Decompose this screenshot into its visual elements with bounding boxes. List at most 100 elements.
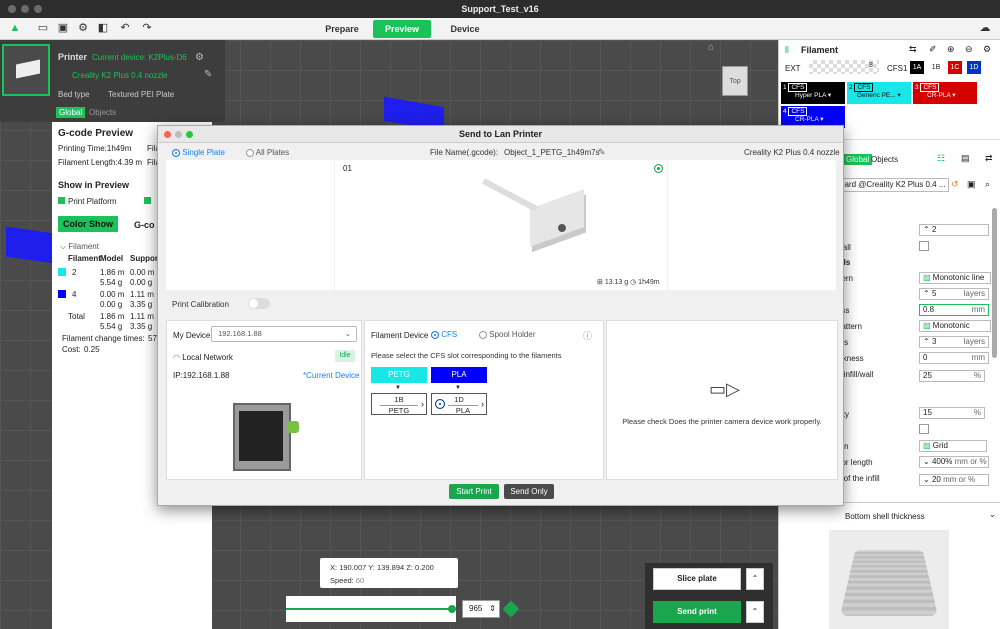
gcode-preview-title: G-code Preview — [58, 128, 134, 139]
info-icon[interactable]: ⓘ — [583, 329, 592, 342]
dialog-close-button[interactable] — [164, 131, 171, 138]
infill-anchor-max-input[interactable]: ⌄ 20 mm or % — [919, 474, 989, 486]
layer-slider[interactable] — [286, 596, 456, 622]
cfs-radio-label: CFS — [441, 330, 458, 339]
model-shadow — [6, 226, 54, 264]
bottom-thickness-input[interactable]: 0 mm — [919, 352, 989, 364]
reset-icon[interactable]: ↺ — [951, 179, 959, 190]
spool-holder-radio[interactable]: Spool Holder — [479, 330, 535, 339]
cloud-upload-icon[interactable]: ☁ — [978, 21, 992, 35]
start-print-button[interactable]: Start Print — [449, 484, 499, 499]
printer-settings-icon[interactable]: ⚙ — [195, 52, 204, 63]
infill-checkbox[interactable] — [919, 424, 929, 434]
view-cube[interactable]: Top — [722, 66, 748, 96]
change-times-label: Filament change times: — [62, 334, 145, 343]
tab-objects-left[interactable]: Objects — [86, 107, 119, 118]
tab-device[interactable]: Device — [436, 20, 494, 38]
edit-filename-icon[interactable]: ✎ — [598, 147, 606, 158]
bottom-pattern-select[interactable]: ▨ Monotonic — [919, 320, 991, 332]
send-options-chevron-icon[interactable]: ⌃ — [746, 601, 764, 623]
bottom-shell-help-title: Bottom shell thickness — [845, 512, 925, 521]
tab-objects-right[interactable]: Objects — [871, 155, 898, 164]
top-layers-unit: layers — [963, 289, 985, 298]
list-view-icon[interactable]: ☷ — [937, 153, 945, 164]
infill-pattern-select[interactable]: ▨ Grid — [919, 440, 987, 452]
slot-1d[interactable]: 1D — [967, 61, 981, 74]
dialog-minimize-button[interactable] — [175, 131, 182, 138]
infill-anchor-max-value: 20 — [931, 475, 941, 484]
filament-card-1[interactable]: 1 CFS Hyper PLA ▾ — [781, 82, 845, 104]
slice-plate-button[interactable]: Slice plate — [653, 568, 741, 590]
filament-card-3[interactable]: 3 CFS CR-PLA ▾ — [913, 82, 977, 104]
slot-1b[interactable]: 1B — [929, 61, 943, 74]
my-device-select[interactable]: 192.168.1.88 ⌄ — [211, 326, 357, 342]
top-layers-input[interactable]: ⌃ 5 layers — [919, 288, 989, 300]
top-thickness-input[interactable]: 0.8 mm — [919, 304, 989, 316]
filament-4-model-weight: 0.00 g — [100, 300, 123, 309]
search-icon[interactable]: ⌕ — [985, 179, 990, 190]
save-icon[interactable]: ▣ — [56, 21, 70, 35]
home-icon[interactable]: ⌂ — [708, 42, 714, 53]
all-plates-radio[interactable]: All Plates — [246, 148, 289, 157]
filament-length: Filament Length:4.39 m — [58, 158, 143, 167]
process-preset-value: dard @Creality K2 Plus 0.4 ... — [840, 180, 946, 189]
process-preset-select[interactable]: dard @Creality K2 Plus 0.4 ... — [837, 178, 949, 192]
edit-icon[interactable]: ✎ — [204, 69, 212, 80]
wall-loops-input[interactable]: ⌃ 2 — [919, 224, 989, 236]
density-input[interactable]: 15 % — [919, 407, 985, 419]
print-platform-checkbox[interactable]: Print Platform — [58, 197, 116, 206]
minimize-window-button[interactable] — [21, 5, 29, 13]
anchor-length-input[interactable]: ⌄ 400% mm or % — [919, 456, 989, 468]
tab-global-right[interactable]: Global — [843, 154, 873, 165]
zoom-window-button[interactable] — [34, 5, 42, 13]
layer-input[interactable]: 965 ⇕ — [462, 600, 500, 618]
tab-preview[interactable]: Preview — [373, 20, 431, 38]
slot-1c[interactable]: 1C — [948, 61, 962, 74]
settings-scrollbar[interactable] — [992, 208, 997, 358]
filament-group-toggle[interactable]: ⌵ Filament — [60, 242, 99, 252]
settings-icon[interactable]: ⚙ — [76, 21, 90, 35]
color-show-button[interactable]: Color Show — [58, 216, 118, 232]
compare-icon[interactable]: ⇄ — [985, 153, 993, 164]
save-preset-icon[interactable]: ▣ — [967, 179, 976, 190]
filament-settings-icon[interactable]: ⚙ — [983, 44, 991, 55]
filament-sync-icon[interactable]: ⇆ — [909, 44, 917, 55]
dialog-zoom-button[interactable] — [186, 131, 193, 138]
print-settings-icon[interactable]: ◧ — [96, 21, 110, 35]
bed-type-value[interactable]: Textured PEI Plate — [108, 90, 174, 99]
filament-card-2[interactable]: 2 CFS Generic PE... ▾ — [847, 82, 911, 104]
slot-1a[interactable]: 1A — [910, 61, 924, 74]
collapse-icon[interactable]: ⌄ — [989, 510, 996, 519]
slice-options-chevron-icon[interactable]: ⌃ — [746, 568, 764, 590]
open-folder-icon[interactable]: ▭ — [36, 21, 50, 35]
cfs-radio[interactable]: CFS — [431, 330, 457, 339]
ext-slot[interactable]: 8 — [809, 60, 879, 74]
second-checkbox[interactable] — [144, 197, 151, 204]
redo-icon[interactable]: ↷ — [140, 21, 154, 35]
bottom-layers-input[interactable]: ⌃ 3 layers — [919, 336, 989, 348]
plate-preview-left-blank — [166, 160, 334, 290]
plate-selected-indicator[interactable] — [654, 164, 663, 173]
undo-icon[interactable]: ↶ — [118, 21, 132, 35]
gcode-tab-truncated[interactable]: G-co — [134, 220, 155, 230]
slider-handle[interactable] — [448, 605, 456, 613]
slot-selector-pla[interactable]: 1D PLA › — [431, 393, 487, 415]
filament-remove-icon[interactable]: ⊖ — [965, 44, 973, 55]
bottom-shell-illustration — [829, 530, 949, 629]
filament-brush-icon[interactable]: ✐ — [929, 44, 937, 55]
top-pattern-select[interactable]: ▨ Monotonic line — [919, 272, 991, 284]
print-calibration-toggle[interactable] — [248, 298, 270, 309]
send-print-button[interactable]: Send print — [653, 601, 741, 623]
tab-prepare[interactable]: Prepare — [312, 20, 372, 38]
filament-add-icon[interactable]: ⊕ — [947, 44, 955, 55]
slot-selector-petg[interactable]: 1B PETG › — [371, 393, 427, 415]
plate-thumbnail[interactable] — [2, 44, 50, 96]
coordinate-readout: X: 190.007 Y: 139.894 Z: 0.200 Speed: 60 — [320, 558, 458, 588]
wall-checkbox[interactable] — [919, 241, 929, 251]
single-plate-radio[interactable]: Single Plate — [172, 148, 225, 157]
close-window-button[interactable] — [8, 5, 16, 13]
infill-wall-input[interactable]: 25 % — [919, 370, 985, 382]
table-view-icon[interactable]: ▤ — [961, 153, 970, 164]
tab-global-left[interactable]: Global — [56, 107, 86, 118]
send-only-button[interactable]: Send Only — [504, 484, 554, 499]
